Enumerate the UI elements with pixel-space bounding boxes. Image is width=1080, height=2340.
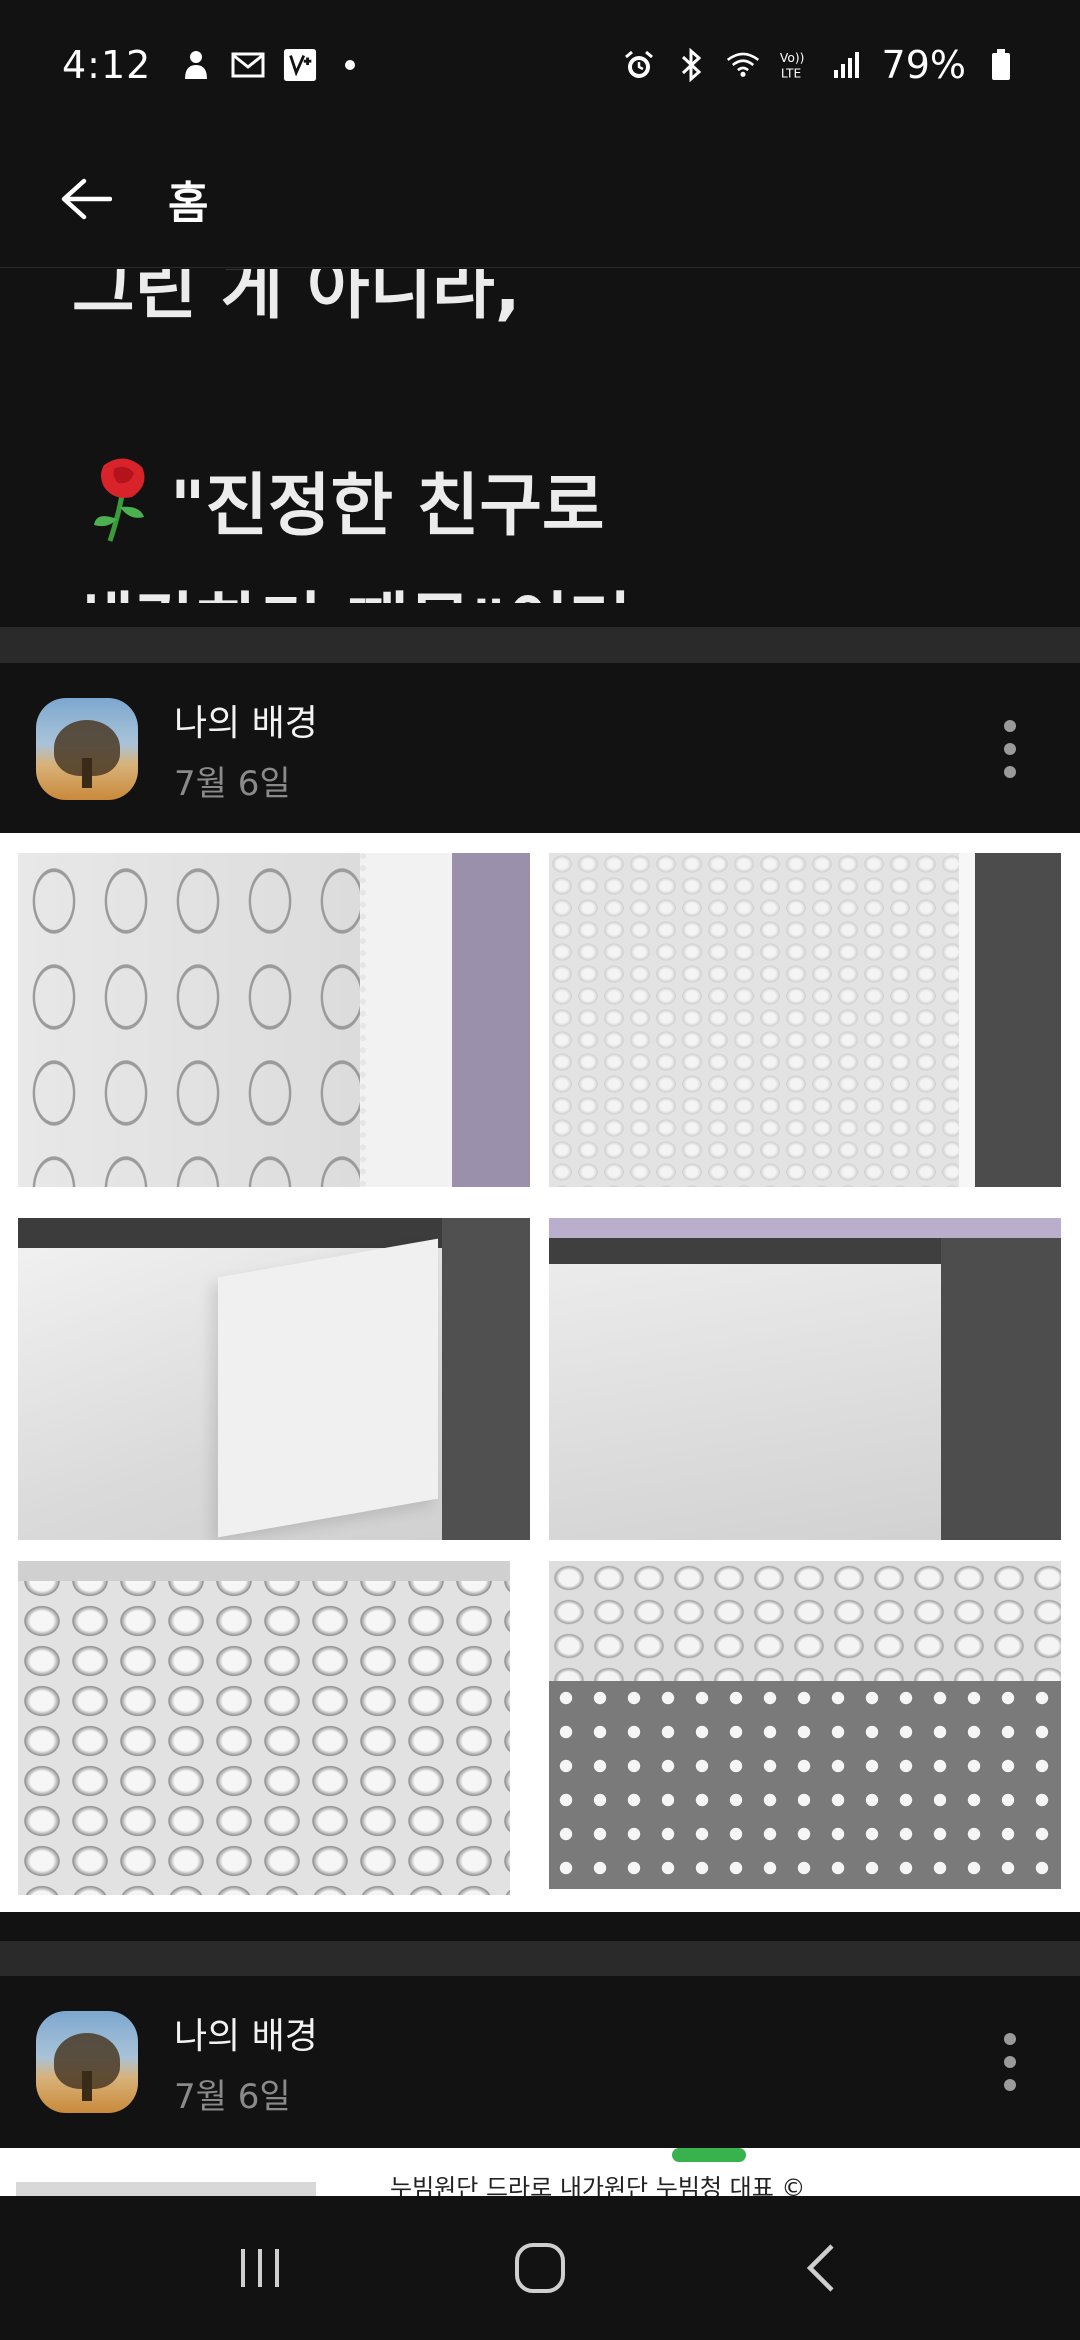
- more-vert-icon-dot: [1004, 2033, 1016, 2045]
- post-text-body: 그린 게 아니라, "진정한 친구로 생각하기 때문"이며: [0, 269, 1080, 603]
- status-time: 4:12: [62, 43, 152, 87]
- photo-detail: [672, 2148, 746, 2162]
- page-title: 홈: [168, 177, 209, 229]
- app-notification-icon: [283, 48, 317, 82]
- photo-quilted-sheet-2[interactable]: [549, 853, 1061, 1187]
- post-date: 7월 6일: [174, 2076, 291, 2117]
- svg-text:LTE: LTE: [780, 66, 800, 80]
- feed-divider: [0, 1941, 1080, 1977]
- post-author: 나의 배경: [174, 2015, 318, 2057]
- svg-text:Vo)): Vo)): [779, 51, 804, 65]
- volte-icon: Vo)) LTE: [778, 48, 812, 82]
- more-vert-icon-dot: [1004, 2056, 1016, 2068]
- battery-percent: 79%: [881, 43, 966, 87]
- more-notifications-dot: [345, 60, 356, 70]
- post-header[interactable]: 나의 배경 7월 6일: [0, 663, 1080, 835]
- system-nav-bar: [0, 2196, 1080, 2340]
- screen: 4:12 Vo)) LTE 79% 홈 그린 게 아니라, "진정한 친구로 나…: [0, 0, 1080, 2340]
- post-meta: 나의 배경 7월 6일: [174, 2007, 318, 2118]
- photo-detail: [16, 2182, 316, 2196]
- post-meta: 나의 배경 7월 6일: [174, 694, 318, 805]
- post-image-preview[interactable]: 누빔원단 드라로 내가원단 누빔청 대표 ©: [0, 2148, 1080, 2196]
- home-button[interactable]: [490, 2218, 590, 2318]
- rose-emoji-icon: [84, 455, 164, 545]
- battery-icon: [984, 48, 1018, 82]
- post-header[interactable]: 나의 배경 7월 6일: [0, 1976, 1080, 2148]
- back-nav-button[interactable]: [770, 2218, 870, 2318]
- status-bar: 4:12 Vo)) LTE 79%: [0, 0, 1080, 130]
- avatar-trunk-image: [82, 2071, 92, 2101]
- photo-detail: [975, 853, 1061, 1187]
- more-options-button[interactable]: [992, 2027, 1028, 2097]
- more-vert-icon-dot: [1004, 720, 1016, 732]
- alarm-icon: [622, 48, 656, 82]
- photo-detail: [360, 853, 460, 1187]
- preview-snippet: 누빔원단 드라로 내가원단 누빔청 대표 ©: [390, 2174, 806, 2196]
- status-left: 4:12: [62, 43, 356, 87]
- bluetooth-icon: [674, 48, 708, 82]
- post-author: 나의 배경: [174, 702, 318, 744]
- post-text-line: 생각하기 때문"이며: [72, 569, 632, 603]
- wifi-icon: [726, 48, 760, 82]
- photo-detail: [218, 1238, 438, 1538]
- photo-pillow-cover-2[interactable]: [549, 1218, 1061, 1540]
- more-vert-icon-dot: [1004, 2079, 1016, 2091]
- photo-quilted-sheet-1[interactable]: [18, 853, 530, 1187]
- feed-divider: [0, 627, 1080, 663]
- arrow-left-icon: [61, 178, 112, 219]
- app-bar: 홈: [0, 130, 1080, 268]
- photo-detail: [452, 853, 530, 1187]
- photo-detail: [941, 1238, 1061, 1540]
- avatar[interactable]: [36, 698, 138, 800]
- photo-detail: [442, 1218, 530, 1540]
- photo-quilted-closeup[interactable]: [18, 1561, 510, 1895]
- post-photo-grid: [0, 833, 1080, 1912]
- post-text-line: 그린 게 아니라,: [72, 269, 521, 329]
- recent-apps-button[interactable]: [210, 2218, 310, 2318]
- post-text-line: "진정한 친구로: [84, 450, 604, 549]
- more-vert-icon-dot: [1004, 766, 1016, 778]
- status-right: Vo)) LTE 79%: [622, 43, 1018, 87]
- mail-icon: [231, 48, 265, 82]
- avatar[interactable]: [36, 2011, 138, 2113]
- signal-icon: [830, 48, 864, 82]
- person-notification-icon: [179, 48, 213, 82]
- post-text-quote: "진정한 친구로: [170, 467, 605, 546]
- photo-pillow-cover-1[interactable]: [18, 1218, 530, 1540]
- recent-apps-icon: [241, 2249, 279, 2287]
- home-icon: [515, 2243, 565, 2293]
- chevron-left-icon: [806, 2244, 834, 2292]
- avatar-trunk-image: [82, 758, 92, 788]
- more-options-button[interactable]: [992, 714, 1028, 784]
- photo-lace-edge[interactable]: [549, 1561, 1061, 1889]
- photo-detail: [549, 1681, 1061, 1889]
- post-date: 7월 6일: [174, 763, 291, 804]
- more-vert-icon-dot: [1004, 743, 1016, 755]
- photo-detail: [18, 1561, 510, 1581]
- back-button[interactable]: [56, 169, 116, 229]
